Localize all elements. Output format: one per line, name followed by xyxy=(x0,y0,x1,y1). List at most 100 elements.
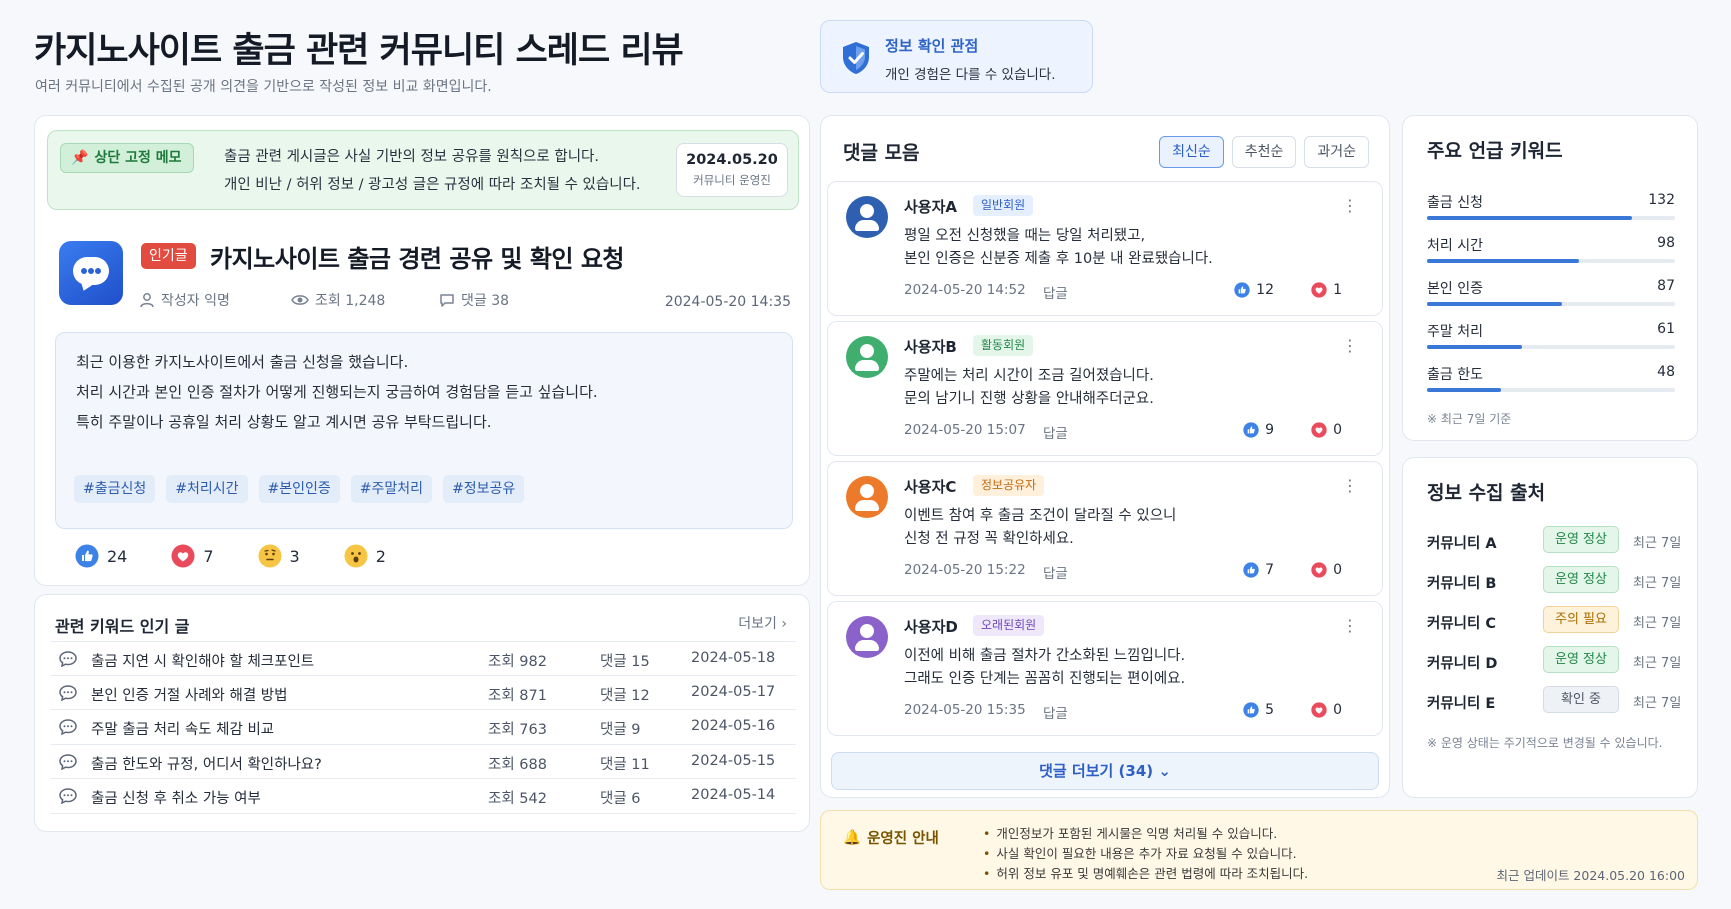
related-posts-title: 관련 키워드 인기 글 xyxy=(55,617,190,636)
keyword-item: 본인 인증 87 xyxy=(1427,278,1675,306)
sources-card: 정보 수집 출처 커뮤니티 A 운영 정상 최근 7일 커뮤니티 B 운영 정상 최근 7… xyxy=(1402,457,1698,798)
like-count: 7 xyxy=(1265,562,1274,578)
member-role-badge: 정보공유자 xyxy=(973,475,1045,496)
keyword-item: 처리 시간 98 xyxy=(1427,235,1675,263)
heart-icon xyxy=(1311,422,1327,438)
related-more-link[interactable]: 더보기 › xyxy=(738,613,787,633)
reply-link[interactable]: 답글 xyxy=(1043,282,1068,302)
pinned-date: 2024.05.20 xyxy=(686,152,778,168)
reaction-heart[interactable]: 7 xyxy=(171,544,214,568)
heart-icon xyxy=(1311,702,1327,718)
reaction-like[interactable]: 24 xyxy=(75,544,127,568)
more-comments-button[interactable]: 댓글 더보기 (34) ⌄ xyxy=(831,752,1379,790)
related-post-row[interactable]: 출금 지연 시 확인해야 할 체크포인트 조회 982 댓글 15 2024-05-1… xyxy=(51,641,796,676)
keyword-count: 98 xyxy=(1657,235,1675,251)
tag[interactable]: #출금신청 xyxy=(74,475,156,503)
related-post-row[interactable]: 주말 출금 처리 속도 체감 비교 조회 763 댓글 9 2024-05-16 xyxy=(51,710,796,745)
comment-like[interactable]: 12 xyxy=(1234,282,1274,298)
comment-heart[interactable]: 0 xyxy=(1311,702,1342,718)
source-row: 커뮤니티 C 주의 필요 최근 7일 xyxy=(1427,606,1683,636)
like-count: 5 xyxy=(1265,702,1274,718)
post-title: 카지노사이트 출금 경련 공유 및 확인 요청 xyxy=(210,245,625,273)
keyword-label: 처리 시간 xyxy=(1427,238,1483,254)
more-options-icon[interactable]: ⋮ xyxy=(1342,618,1358,634)
reply-link[interactable]: 답글 xyxy=(1043,562,1068,582)
tag[interactable]: #정보공유 xyxy=(443,475,525,503)
more-options-icon[interactable]: ⋮ xyxy=(1342,478,1358,494)
reaction-thinking[interactable]: 3 xyxy=(258,544,300,568)
comment-date: 2024-05-20 15:35 xyxy=(904,702,1026,718)
keyword-bar-track xyxy=(1427,302,1675,306)
tag-list: #출금신청 #처리시간 #본인인증 #주말처리 #정보공유 xyxy=(74,475,525,503)
comment-like[interactable]: 9 xyxy=(1243,422,1274,438)
post-card: 📌 상단 고정 메모 출금 관련 게시글은 사실 기반의 정보 공유를 원칙으로 … xyxy=(34,115,810,586)
source-name: 커뮤니티 B xyxy=(1427,576,1497,592)
source-period: 최근 7일 xyxy=(1633,656,1682,671)
keyword-label: 주말 처리 xyxy=(1427,324,1483,340)
related-post-views: 조회 871 xyxy=(488,687,547,704)
sort-tab-oldest[interactable]: 과거순 xyxy=(1304,136,1369,168)
comment-text: 이전에 비해 출금 절차가 간소화된 느낌입니다. xyxy=(904,648,1186,664)
comment-like[interactable]: 5 xyxy=(1243,702,1274,718)
keyword-count: 132 xyxy=(1648,192,1675,208)
heart-count: 0 xyxy=(1333,702,1342,718)
more-options-icon[interactable]: ⋮ xyxy=(1342,338,1358,354)
thumbs-up-icon xyxy=(1243,562,1259,578)
keyword-label: 출금 한도 xyxy=(1427,367,1483,383)
notice-item: 허위 정보 유포 및 명예훼손은 관련 법령에 따라 조치됩니다. xyxy=(983,863,1308,882)
post-body: 최근 이용한 카지노사이트에서 출금 신청을 했습니다. 처리 시간과 본인 인… xyxy=(55,332,793,529)
keyword-bar-fill xyxy=(1427,216,1632,220)
related-post-row[interactable]: 출금 한도와 규정, 어디서 확인하나요? 조회 688 댓글 11 2024-05-… xyxy=(51,745,796,779)
related-post-title: 본인 인증 거절 사례와 해결 방법 xyxy=(91,687,288,704)
keywords-note: ※ 최근 7일 기준 xyxy=(1427,412,1512,426)
source-row: 커뮤니티 E 확인 중 최근 7일 xyxy=(1427,686,1683,716)
keyword-label: 본인 인증 xyxy=(1427,281,1483,297)
comment-heart[interactable]: 0 xyxy=(1311,422,1342,438)
tag[interactable]: #주말처리 xyxy=(350,475,433,503)
member-role-badge: 활동회원 xyxy=(973,335,1034,356)
info-box-title: 정보 확인 관점 xyxy=(885,37,979,55)
heart-icon xyxy=(171,544,195,568)
related-post-comments: 댓글 15 xyxy=(600,654,650,670)
related-post-row[interactable]: 출금 신청 후 취소 가능 여부 조회 542 댓글 6 2024-05-14 xyxy=(51,779,796,814)
notice-item: 개인정보가 포함된 게시물은 익명 처리될 수 있습니다. xyxy=(983,823,1277,842)
post-date: 2024-05-20 14:35 xyxy=(664,294,791,310)
source-name: 커뮤니티 E xyxy=(1427,696,1496,712)
comment-like[interactable]: 7 xyxy=(1243,562,1274,578)
comment-icon xyxy=(440,294,454,307)
reply-link[interactable]: 답글 xyxy=(1043,422,1068,442)
sort-tab-recommended[interactable]: 추천순 xyxy=(1231,136,1297,168)
comment-date: 2024-05-20 15:22 xyxy=(904,562,1026,578)
comment-text: 문의 남기니 진행 상황을 안내해주더군요. xyxy=(904,391,1154,407)
related-post-date: 2024-05-15 xyxy=(691,752,776,769)
sources-note: ※ 운영 상태는 주기적으로 변경될 수 있습니다. xyxy=(1427,736,1663,750)
thinking-face-icon xyxy=(258,544,282,568)
info-box: 정보 확인 관점 개인 경험은 다를 수 있습니다. xyxy=(820,20,1093,93)
related-post-comments: 댓글 6 xyxy=(600,791,641,807)
sort-tab-latest[interactable]: 최신순 xyxy=(1159,136,1224,168)
comment-heart[interactable]: 1 xyxy=(1311,282,1342,298)
tag[interactable]: #본인인증 xyxy=(258,475,340,503)
keyword-bar-fill xyxy=(1427,302,1562,306)
tag[interactable]: #처리시간 xyxy=(166,475,248,503)
pin-icon: 📌 xyxy=(71,150,89,166)
page-subtitle: 여러 커뮤니티에서 수집된 공개 의견을 기반으로 작성된 정보 비교 화면입니… xyxy=(35,79,492,95)
reply-link[interactable]: 답글 xyxy=(1043,702,1068,722)
bell-icon: 🔔 xyxy=(843,830,862,846)
source-status-badge: 확인 중 xyxy=(1543,686,1619,713)
keyword-item: 출금 신청 132 xyxy=(1427,192,1675,220)
surprised-face-icon xyxy=(344,544,368,568)
comment-item: 사용자B 활동회원 ⋮ 주말에는 처리 시간이 조금 길어졌습니다. 문의 남기니 진행… xyxy=(827,321,1383,456)
comments-title: 댓글 모음 xyxy=(843,142,920,164)
comment-author: 사용자A xyxy=(904,198,958,216)
thumbs-up-icon xyxy=(1234,282,1250,298)
reaction-wow[interactable]: 2 xyxy=(344,544,386,568)
more-options-icon[interactable]: ⋮ xyxy=(1342,198,1358,214)
pinned-memo: 📌 상단 고정 메모 출금 관련 게시글은 사실 기반의 정보 공유를 원칙으로 … xyxy=(47,130,799,210)
avatar xyxy=(846,616,888,658)
notice-item: 사실 확인이 필요한 내용은 추가 자료 요청될 수 있습니다. xyxy=(983,843,1296,862)
source-status-badge: 주의 필요 xyxy=(1543,606,1619,633)
hot-post-badge: 인기글 xyxy=(141,243,196,269)
comment-heart[interactable]: 0 xyxy=(1311,562,1342,578)
related-post-row[interactable]: 본인 인증 거절 사례와 해결 방법 조회 871 댓글 12 2024-05-17 xyxy=(51,676,796,710)
